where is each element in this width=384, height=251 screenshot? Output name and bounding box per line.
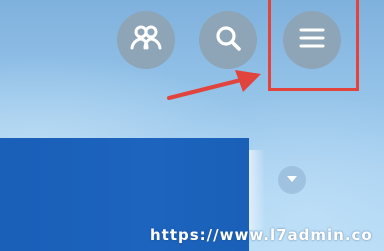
panel-edge <box>249 150 265 230</box>
search-icon <box>214 24 242 57</box>
people-icon <box>129 23 163 58</box>
pointer-arrow <box>165 68 265 113</box>
watermark-text: https://www.l7admin.co <box>150 226 373 244</box>
dropdown-button[interactable] <box>278 166 306 194</box>
search-button[interactable] <box>199 11 257 69</box>
highlight-box <box>268 0 359 91</box>
contacts-button[interactable] <box>117 11 175 69</box>
chevron-down-icon <box>286 171 298 189</box>
